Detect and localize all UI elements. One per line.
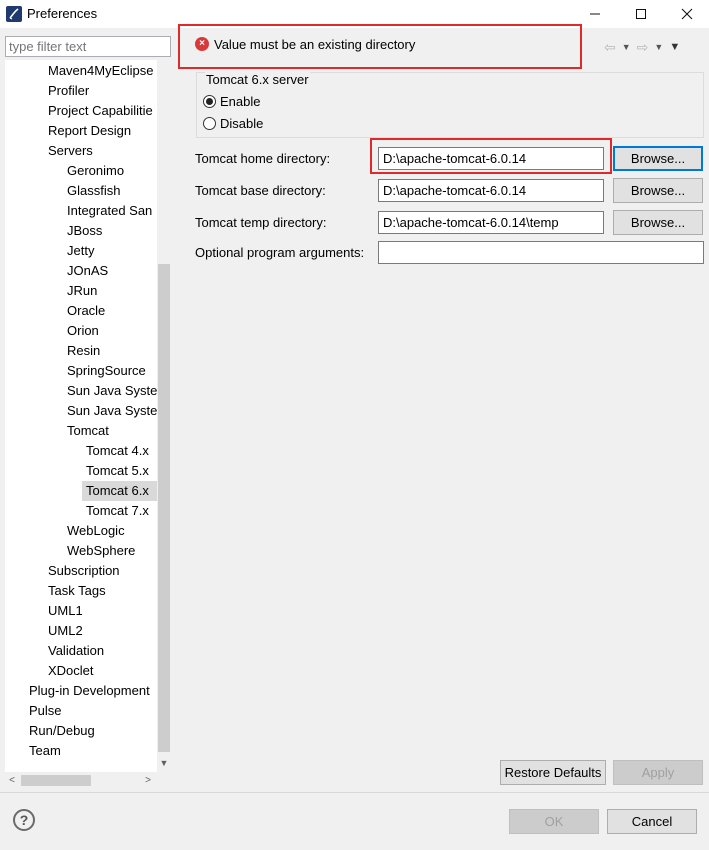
filter-input[interactable] bbox=[5, 36, 171, 57]
tree-item-resin[interactable]: Resin bbox=[65, 341, 102, 361]
tree-item-sun-java-system-1[interactable]: Sun Java Syster bbox=[65, 381, 157, 401]
temp-directory-input[interactable]: D:\apache-tomcat-6.0.14\temp bbox=[378, 211, 604, 234]
tree-item-xdoclet[interactable]: XDoclet bbox=[46, 661, 96, 681]
tree-horizontal-scroll-thumb[interactable] bbox=[21, 775, 91, 786]
tree-item-uml2[interactable]: UML2 bbox=[46, 621, 85, 641]
program-arguments-input[interactable] bbox=[378, 241, 704, 264]
tree-item-websphere[interactable]: WebSphere bbox=[65, 541, 137, 561]
tree-item-run-debug[interactable]: Run/Debug bbox=[27, 721, 97, 741]
tree-item-tomcat-6x[interactable]: Tomcat 6.x bbox=[82, 481, 157, 501]
base-directory-input[interactable]: D:\apache-tomcat-6.0.14 bbox=[378, 179, 604, 202]
minimize-icon bbox=[590, 13, 600, 15]
maximize-button[interactable] bbox=[618, 0, 664, 28]
server-group-title: Tomcat 6.x server bbox=[205, 72, 310, 87]
tree-vertical-scrollbar[interactable]: ▼ bbox=[157, 60, 171, 772]
tree-item-sun-java-system-2[interactable]: Sun Java Syster bbox=[65, 401, 157, 421]
tree-item-weblogic[interactable]: WebLogic bbox=[65, 521, 127, 541]
tree-item-jetty[interactable]: Jetty bbox=[65, 241, 96, 261]
tree-item-profiler[interactable]: Profiler bbox=[46, 81, 91, 101]
temp-directory-label: Tomcat temp directory: bbox=[195, 215, 327, 230]
tree-item-geronimo[interactable]: Geronimo bbox=[65, 161, 126, 181]
view-menu-icon[interactable]: ▼ bbox=[669, 41, 680, 53]
close-button[interactable] bbox=[664, 0, 709, 28]
disable-radio[interactable] bbox=[203, 117, 216, 130]
window-title: Preferences bbox=[27, 6, 98, 21]
temp-browse-button[interactable]: Browse... bbox=[613, 210, 703, 235]
tree-item-servers[interactable]: Servers bbox=[46, 141, 95, 161]
scroll-down-icon[interactable]: ▼ bbox=[157, 756, 171, 770]
error-message: Value must be an existing directory bbox=[214, 37, 416, 52]
eclipse-app-icon bbox=[6, 6, 22, 22]
tree-item-task-tags[interactable]: Task Tags bbox=[46, 581, 108, 601]
tree-item-springsource[interactable]: SpringSource bbox=[65, 361, 148, 381]
preference-tree[interactable]: Maven4MyEclipse Profiler Project Capabil… bbox=[5, 60, 157, 772]
tree-item-report-design[interactable]: Report Design bbox=[46, 121, 133, 141]
tree-item-jonas[interactable]: JOnAS bbox=[65, 261, 110, 281]
forward-arrow-icon[interactable]: ⇨ bbox=[637, 39, 649, 56]
home-browse-button[interactable]: Browse... bbox=[613, 146, 703, 171]
home-directory-label: Tomcat home directory: bbox=[195, 151, 331, 166]
tree-item-subscription[interactable]: Subscription bbox=[46, 561, 122, 581]
page-navigation-toolbar: ⇦ ▼ ⇨ ▼ ▼ bbox=[604, 38, 680, 56]
help-icon[interactable]: ? bbox=[13, 809, 35, 831]
scroll-left-icon[interactable]: < bbox=[5, 772, 19, 789]
back-arrow-icon[interactable]: ⇦ bbox=[604, 39, 616, 56]
forward-dropdown-icon[interactable]: ▼ bbox=[654, 42, 663, 52]
error-message-bar: × Value must be an existing directory bbox=[178, 24, 582, 69]
tree-item-tomcat[interactable]: Tomcat bbox=[65, 421, 111, 441]
tree-item-pulse[interactable]: Pulse bbox=[27, 701, 64, 721]
preferences-window: Preferences Maven4MyEclipse Profiler Pro… bbox=[0, 0, 709, 850]
server-status-group: Tomcat 6.x server Enable Disable bbox=[196, 72, 704, 138]
enable-radio[interactable] bbox=[203, 95, 216, 108]
tree-item-integrated-sandbox[interactable]: Integrated San bbox=[65, 201, 154, 221]
apply-button[interactable]: Apply bbox=[613, 760, 703, 785]
tree-item-validation[interactable]: Validation bbox=[46, 641, 106, 661]
back-dropdown-icon[interactable]: ▼ bbox=[622, 42, 631, 52]
tree-item-jboss[interactable]: JBoss bbox=[65, 221, 104, 241]
tree-item-maven4myeclipse[interactable]: Maven4MyEclipse bbox=[46, 61, 156, 81]
scroll-right-icon[interactable]: > bbox=[141, 772, 155, 789]
tree-item-team[interactable]: Team bbox=[27, 741, 63, 761]
tree-item-glassfish[interactable]: Glassfish bbox=[65, 181, 122, 201]
tree-item-jrun[interactable]: JRun bbox=[65, 281, 99, 301]
program-arguments-label: Optional program arguments: bbox=[195, 245, 365, 260]
tree-item-project-capabilities[interactable]: Project Capabilitie bbox=[46, 101, 155, 121]
tree-item-tomcat-4x[interactable]: Tomcat 4.x bbox=[84, 441, 151, 461]
close-icon bbox=[681, 8, 693, 20]
disable-label[interactable]: Disable bbox=[220, 116, 263, 131]
cancel-button[interactable]: Cancel bbox=[607, 809, 697, 834]
tree-item-tomcat-7x[interactable]: Tomcat 7.x bbox=[84, 501, 151, 521]
tree-item-tomcat-5x[interactable]: Tomcat 5.x bbox=[84, 461, 151, 481]
base-directory-label: Tomcat base directory: bbox=[195, 183, 326, 198]
tree-vertical-scroll-thumb[interactable] bbox=[158, 264, 170, 752]
maximize-icon bbox=[636, 9, 646, 19]
tree-item-plugin-development[interactable]: Plug-in Development bbox=[27, 681, 152, 701]
restore-defaults-button[interactable]: Restore Defaults bbox=[500, 760, 606, 785]
ok-button[interactable]: OK bbox=[509, 809, 599, 834]
tree-horizontal-scrollbar[interactable]: < > bbox=[5, 772, 157, 789]
error-icon: × bbox=[195, 37, 209, 51]
home-directory-highlight bbox=[370, 138, 612, 174]
base-browse-button[interactable]: Browse... bbox=[613, 178, 703, 203]
footer-separator bbox=[0, 792, 709, 793]
enable-label[interactable]: Enable bbox=[220, 94, 260, 109]
tree-item-orion[interactable]: Orion bbox=[65, 321, 101, 341]
tree-item-uml1[interactable]: UML1 bbox=[46, 601, 85, 621]
tree-item-oracle[interactable]: Oracle bbox=[65, 301, 107, 321]
